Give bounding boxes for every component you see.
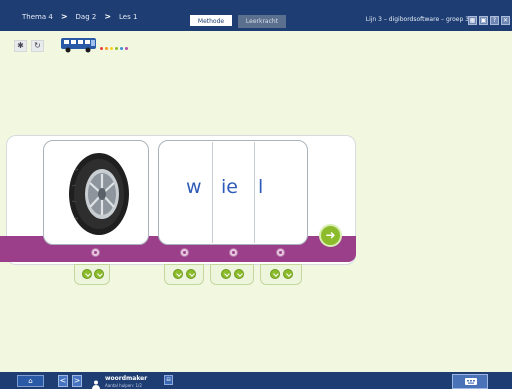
card-divider [212,142,213,243]
progress-dot [100,47,103,50]
next-arrow-button[interactable]: ➜ [319,224,342,247]
home-button[interactable]: ⌂ [17,375,44,387]
check-icon[interactable] [94,269,104,279]
breadcrumb-les[interactable]: Les 1 [119,13,137,21]
picture-card [43,140,149,245]
drag-handle[interactable] [91,248,100,257]
breadcrumb-dag[interactable]: Dag 2 [76,13,97,21]
close-icon[interactable]: ✕ [501,16,510,25]
breadcrumb: Thema 4 > Dag 2 > Les 1 [22,12,137,21]
check-icon[interactable] [234,269,244,279]
progress-dot [110,47,113,50]
check-icon[interactable] [186,269,196,279]
chevron-right-icon: > [104,12,112,21]
person-icon [91,376,101,389]
settings-icon[interactable]: ✱ [14,40,27,52]
check-icon[interactable] [270,269,280,279]
grid-icon[interactable]: ▦ [468,16,477,25]
control-group [210,264,254,285]
bus-icon[interactable] [60,37,98,57]
suite-title: Lijn 3 – digibordsoftware – groep 3 [365,16,469,23]
progress-dot [105,47,108,50]
brand-label: woordmaker [105,375,148,382]
digibord-app: { "topbar": { "breadcrumbs": [ {"label":… [0,0,512,389]
check-icon[interactable] [173,269,183,279]
progress-dot [120,47,123,50]
next-button[interactable]: > [72,375,82,387]
drag-handle[interactable] [229,248,238,257]
prev-button[interactable]: < [58,375,68,387]
refresh-icon[interactable]: ↻ [31,40,44,52]
letter-tile[interactable]: ie [221,176,238,198]
check-icon[interactable] [283,269,293,279]
check-icon[interactable] [82,269,92,279]
top-icons: ▦ ▣ ? ✕ [468,16,510,25]
control-group [164,264,204,285]
tab-leerkracht[interactable]: Leerkracht [238,15,286,28]
drag-handle[interactable] [180,248,189,257]
letter-tile[interactable]: l [258,176,263,198]
progress-dot [115,47,118,50]
tire-image [69,153,129,235]
drag-handle[interactable] [276,248,285,257]
tab-methode[interactable]: Methode [190,15,232,28]
top-bar: Thema 4 > Dag 2 > Les 1 Methode Leerkrac… [0,0,512,31]
letter-tile[interactable]: w [186,176,202,198]
bottom-bar: ⌂ < > [0,372,512,389]
check-icon[interactable] [221,269,231,279]
keyboard-icon [465,378,477,385]
brand-subtitle: Aantal hulpen: 1/2 [105,383,142,388]
keyboard-button[interactable] [452,374,488,389]
chevron-right-icon: > [60,12,68,21]
card-divider [254,142,255,243]
progress-dots [100,47,128,50]
control-group [74,264,110,285]
help-icon[interactable]: ? [490,16,499,25]
board-icon[interactable]: ▣ [479,16,488,25]
panel-toggle-button[interactable]: ⊟ [164,375,173,385]
progress-dot [125,47,128,50]
control-group [260,264,302,285]
breadcrumb-thema[interactable]: Thema 4 [22,13,53,21]
